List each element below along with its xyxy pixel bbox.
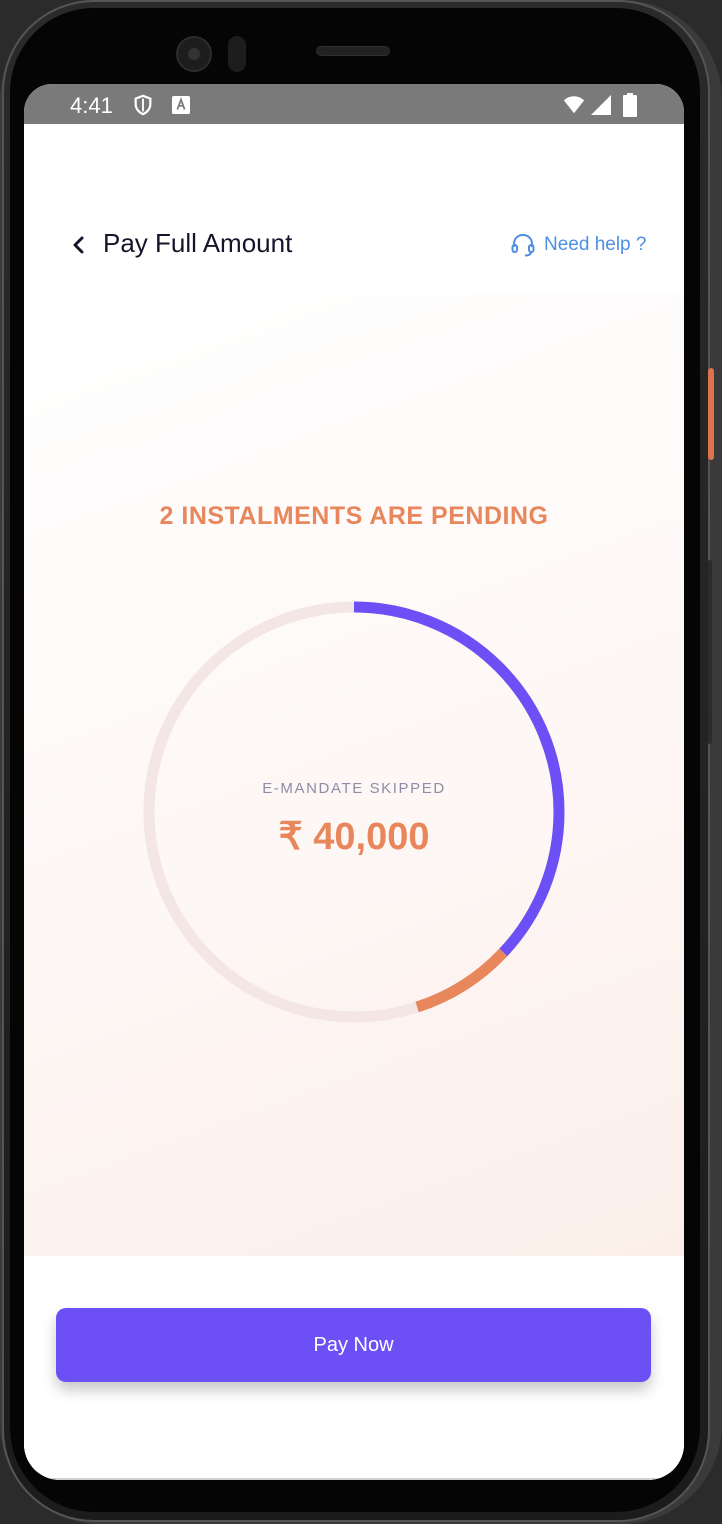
home-indicator[interactable] (262, 1456, 444, 1462)
main-content: 2 INSTALMENTS ARE PENDING E-MANDATE SKIP… (24, 294, 684, 1256)
pending-amount: ₹ 40,000 (278, 816, 430, 858)
screen: 4:41 Pay Full Amount Need help ? 2 INSTA… (24, 84, 684, 1480)
app-content: Pay Full Amount Need help ? 2 INSTALMENT… (24, 124, 684, 1480)
status-bar: 4:41 (24, 84, 684, 124)
progress-ring-svg (143, 601, 565, 1023)
signal-icon (591, 95, 611, 115)
app-header: Pay Full Amount Need help ? (24, 124, 684, 294)
front-camera (176, 36, 212, 72)
pending-instalments-title: 2 INSTALMENTS ARE PENDING (159, 502, 549, 530)
earpiece-speaker (316, 46, 390, 56)
pay-now-button[interactable]: Pay Now (56, 1308, 651, 1382)
footer: Pay Now (24, 1256, 684, 1480)
wifi-icon (563, 96, 585, 114)
status-time: 4:41 (70, 93, 113, 118)
volume-button (708, 560, 712, 744)
battery-icon (623, 93, 637, 117)
a-notification-icon (172, 96, 190, 114)
proximity-sensor (228, 36, 246, 72)
bottom-divider (24, 1478, 684, 1480)
power-button (708, 368, 714, 460)
chevron-left-icon[interactable] (64, 230, 94, 260)
headset-icon (511, 233, 535, 257)
need-help-label: Need help ? (544, 234, 647, 255)
device-frame: 4:41 Pay Full Amount Need help ? 2 INSTA… (0, 0, 722, 1524)
progress-ring (142, 600, 566, 1024)
need-help-link[interactable]: Need help ? (510, 230, 646, 260)
page-title: Pay Full Amount (103, 228, 293, 258)
e-mandate-label: E-MANDATE SKIPPED (262, 780, 446, 797)
shield-icon (134, 94, 152, 116)
